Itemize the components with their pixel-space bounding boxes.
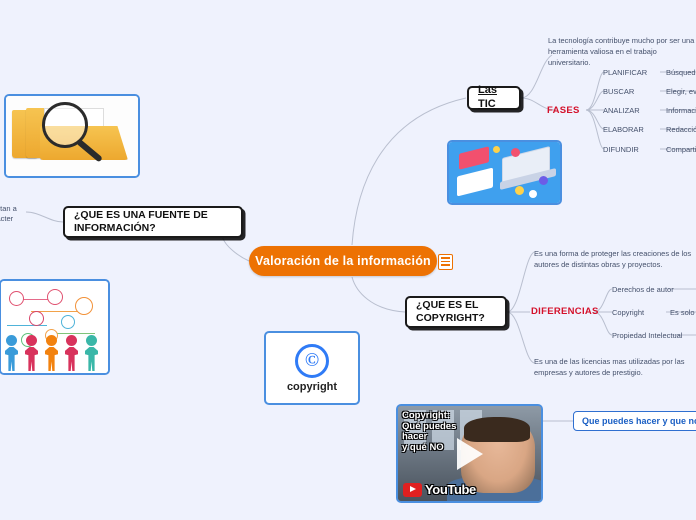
phase-name-planificar: PLANIFICAR (603, 68, 648, 77)
copyright-description-bottom: Es una de las licencias mas utilizadas p… (534, 357, 685, 377)
node-fuente-label: ¿QUE ES UNA FUENTE DE INFORMACIÓN? (74, 208, 208, 234)
phase-detail-buscar: Elegir, evaluar (666, 87, 696, 96)
central-node-label: Valoración de la información (255, 254, 431, 268)
folder-magnifier-image[interactable] (4, 94, 140, 178)
copyright-logo-image[interactable]: © copyright (264, 331, 360, 405)
video-callout-label: Que puedes hacer y que no h (582, 416, 696, 426)
phase-detail-difundir: Compartir e (666, 145, 696, 154)
mindmap-canvas: Valoración de la información Las TIC La … (0, 0, 696, 520)
node-las-tic-label: Las TIC (478, 84, 497, 110)
phase-detail-elaborar: Redacción a (666, 125, 696, 134)
phase-name-analizar: ANALIZAR (603, 106, 640, 115)
list-note-icon[interactable] (438, 254, 453, 270)
copyright-symbol-icon: © (295, 343, 329, 378)
central-node[interactable]: Valoración de la información (249, 246, 437, 276)
phase-detail-analizar: Información (666, 106, 696, 115)
copyright-item-derechos-de-autor: Derechos de autor (612, 285, 674, 294)
branch-label-fases: FASES (547, 105, 580, 116)
people-network-image[interactable] (0, 279, 110, 375)
copyright-description-top: Es una forma de proteger las creaciones … (534, 249, 692, 269)
youtube-video-thumbnail[interactable]: Copyright: Qué puedes hacer y qué NO You… (396, 404, 543, 503)
clipped-text-line-2: rácter (0, 214, 14, 223)
phase-name-buscar: BUSCAR (603, 87, 635, 96)
phase-name-elaborar: ELABORAR (603, 125, 644, 134)
copyright-item-detail-copyright: Es solo (670, 308, 695, 317)
youtube-logo: YouTube (403, 482, 476, 497)
copyright-item-copyright: Copyright (612, 308, 645, 317)
node-video-callout[interactable]: Que puedes hacer y que no h (573, 411, 696, 431)
phase-detail-planificar: Búsqueda (666, 68, 696, 77)
play-icon[interactable] (456, 437, 483, 470)
youtube-play-badge-icon (403, 482, 422, 497)
node-que-es-el-copyright[interactable]: ¿QUE ES EL COPYRIGHT? (405, 296, 507, 328)
copyright-item-propiedad-intelectual: Propiedad Intelectual (612, 331, 683, 340)
elearning-isometric-image[interactable] (447, 140, 562, 205)
phase-name-difundir: DIFUNDIR (603, 145, 639, 154)
node-que-es-una-fuente-de-informacion[interactable]: ¿QUE ES UNA FUENTE DE INFORMACIÓN? (63, 206, 243, 238)
node-copyright-label: ¿QUE ES EL COPYRIGHT? (416, 298, 485, 324)
copyright-logo-caption: copyright (286, 380, 338, 393)
tic-description: La tecnología contribuye mucho por ser u… (548, 36, 695, 67)
node-las-tic[interactable]: Las TIC (467, 84, 521, 110)
branch-label-diferencias: DIFERENCIAS (531, 306, 599, 317)
youtube-brand-text: YouTube (425, 482, 476, 497)
